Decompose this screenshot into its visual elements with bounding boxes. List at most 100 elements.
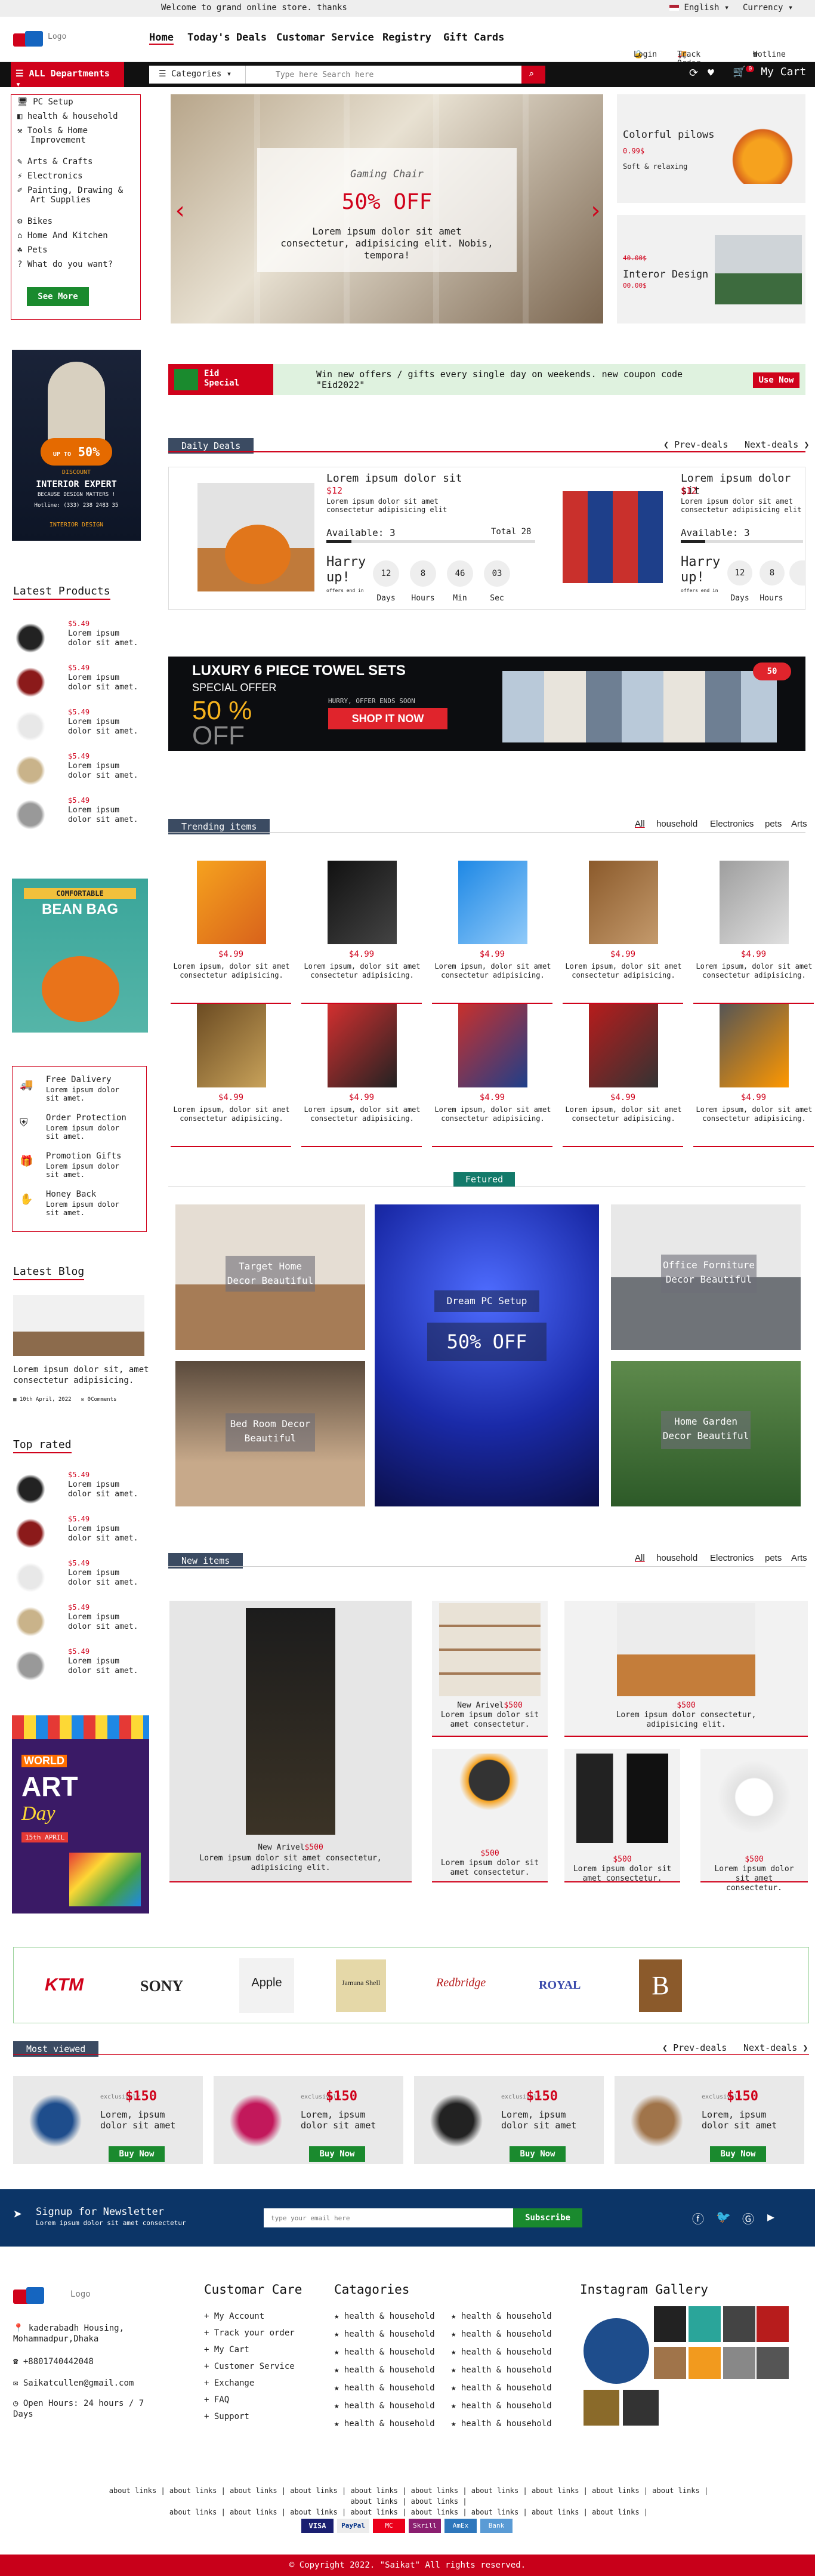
footer-category-link[interactable]: ★ health & household [451,2418,552,2429]
tab-arts[interactable]: Arts [791,1553,807,1563]
sidebar-item-painting[interactable]: ✐ Painting, Drawing & Art Supplies [17,186,137,205]
newsletter-email-input[interactable] [264,2208,513,2227]
list-item[interactable]: $5.49 Lorem ipsum dolor sit amet. [13,1515,144,1551]
about-link[interactable]: about links [471,2486,518,2495]
sidebar-item-pets[interactable]: ☘ Pets [17,245,137,255]
brand-b[interactable]: B [639,1959,682,2012]
nav-customer-service[interactable]: Customar Service [276,32,374,44]
logo-icon[interactable] [13,26,44,50]
about-link[interactable]: about links [411,2486,458,2495]
gallery-image[interactable] [723,2347,755,2379]
youtube-icon[interactable]: ▶ [767,2210,774,2224]
next-deals-link[interactable]: Next-deals ❯ [743,2042,808,2053]
about-link[interactable]: about links [350,2486,397,2495]
tab-arts[interactable]: Arts [791,819,807,829]
gallery-image[interactable] [654,2347,686,2379]
about-link[interactable]: about links [592,2508,639,2516]
promo-card-interior[interactable]: 40.00$ Interor Design 00.00$ [617,215,805,323]
slider-prev-arrow[interactable]: ‹ [173,197,187,224]
subscribe-button[interactable]: Subscribe [513,2208,582,2227]
footer-category-link[interactable]: ★ health & household [334,2347,435,2358]
about-link[interactable]: about links [532,2486,579,2495]
brand-sony[interactable]: SONY [140,1977,183,1995]
footer-care-link[interactable]: + My Cart [204,2344,249,2355]
see-more-button[interactable]: See More [27,287,89,306]
brand-jamuna[interactable]: Jamuna Shell [336,1959,386,2012]
nav-todays-deals[interactable]: Today's Deals [187,32,267,44]
footer-category-link[interactable]: ★ health & household [334,2401,435,2411]
about-link[interactable]: about links [109,2486,156,2495]
tab-pets[interactable]: pets [765,1553,782,1563]
hero-slider[interactable]: Gaming Chair 50% OFF Lorem ipsum dolor s… [171,94,603,323]
most-viewed-card[interactable]: exclusively $150 Lorem, ipsum dolor sit am… [615,2076,804,2164]
shop-now-button[interactable]: SHOP IT NOW [328,708,447,729]
heart-icon[interactable]: ♥ [708,67,714,79]
footer-category-link[interactable]: ★ health & household [451,2365,552,2375]
new-item-shelf[interactable]: New Arivel$500 Lorem ipsum dolor sit ame… [432,1601,548,1737]
gallery-image[interactable] [757,2306,789,2342]
gallery-image[interactable] [757,2347,789,2379]
product-card[interactable]: $4.99 Lorem ipsum, dolor sit amet consect… [432,861,552,1004]
footer-email[interactable]: ✉ Saikatcullen@gmail.com [13,2378,134,2389]
footer-category-link[interactable]: ★ health & household [334,2329,435,2340]
list-item[interactable]: $5.49 Lorem ipsum dolor sit amet. [13,620,144,655]
tab-all[interactable]: All [635,1553,645,1563]
product-card[interactable]: $4.99 Lorem ipsum, dolor sit amet consect… [693,1004,814,1147]
most-viewed-card[interactable]: exclusively $150 Lorem, ipsum dolor sit am… [414,2076,604,2164]
about-link[interactable]: about links [350,2508,397,2516]
gallery-image[interactable] [723,2306,755,2342]
sidebar-item-what-do-you-want[interactable]: ? What do you want? [17,260,137,269]
footer-care-link[interactable]: + Track your order [204,2328,295,2338]
brand-redbridge[interactable]: Redbridge [436,1976,486,1990]
beanbag-ad[interactable]: COMFORTABLE BEAN BAG [12,879,148,1033]
featured-card-garden[interactable]: Home Garden Decor Beautiful [611,1361,801,1506]
google-plus-icon[interactable]: Ⓖ [742,2210,754,2227]
towel-banner[interactable]: LUXURY 6 PIECE TOWEL SETS SPECIAL OFFER … [168,657,805,751]
sidebar-item-electronics[interactable]: ⚡ Electronics [17,171,137,181]
brand-royal[interactable]: ROYAL [539,1979,581,1992]
currency-select[interactable]: Currency ▾ [743,3,793,13]
footer-category-link[interactable]: ★ health & household [451,2347,552,2358]
search-button[interactable]: ⌕ [521,66,545,84]
tab-electronics[interactable]: Electronics [710,1553,754,1563]
nav-home[interactable]: Home [149,32,174,45]
gallery-image[interactable] [654,2306,686,2342]
blog-image[interactable] [13,1295,144,1356]
blog-text[interactable]: Lorem ipsum dolor sit, amet consectetur … [13,1364,162,1386]
product-card[interactable]: $4.99 Lorem ipsum, dolor sit amet consect… [171,861,291,1004]
sidebar-item-arts[interactable]: ✎ Arts & Crafts [17,157,137,167]
nav-registry[interactable]: Registry [382,32,431,44]
about-link[interactable]: about links [471,2508,518,2516]
about-link[interactable]: about links [169,2508,217,2516]
footer-category-link[interactable]: ★ health & household [334,2311,435,2322]
footer-category-link[interactable]: ★ health & household [334,2365,435,2375]
list-item[interactable]: $5.49 Lorem ipsum dolor sit amet. [13,752,144,788]
new-item-clock[interactable]: $500 Lorem ipsum dolor sit amet consecte… [700,1749,808,1893]
most-viewed-card[interactable]: exclusively $150 Lorem, ipsum dolor sit am… [214,2076,403,2164]
logo-icon[interactable] [13,2282,49,2306]
footer-category-link[interactable]: ★ health & household [451,2401,552,2411]
refresh-icon[interactable]: ⟳ [689,67,698,79]
tab-household[interactable]: household [656,819,697,829]
footer-category-link[interactable]: ★ health & household [334,2418,435,2429]
about-link[interactable]: about links [290,2508,337,2516]
tab-electronics[interactable]: Electronics [710,819,754,829]
footer-care-link[interactable]: + FAQ [204,2395,229,2405]
facebook-icon[interactable]: ⓕ [692,2210,704,2227]
tab-household[interactable]: household [656,1553,697,1563]
buy-now-button[interactable]: Buy Now [510,2146,566,2162]
gallery-image[interactable] [584,2390,619,2426]
featured-card-office[interactable]: Office Forniture Decor Beautiful [611,1204,801,1350]
footer-category-link[interactable]: ★ health & household [451,2311,552,2322]
about-link[interactable]: about links [592,2486,639,2495]
buy-now-button[interactable]: Buy Now [309,2146,365,2162]
list-item[interactable]: $5.49 Lorem ipsum dolor sit amet. [13,1603,144,1639]
use-now-button[interactable]: Use Now [753,372,799,388]
about-link[interactable]: about links [652,2486,699,2495]
brand-apple[interactable]: Apple [239,1958,294,2013]
about-link[interactable]: about links [350,2497,397,2506]
sidebar-item-health[interactable]: ◧ health & household [17,112,137,121]
product-card[interactable]: $4.99 Lorem ipsum, dolor sit amet consect… [301,861,422,1004]
sidebar-item-pc-setup[interactable]: 🖥 PC Setup [17,97,137,107]
logo-text[interactable]: Logo [48,32,66,41]
